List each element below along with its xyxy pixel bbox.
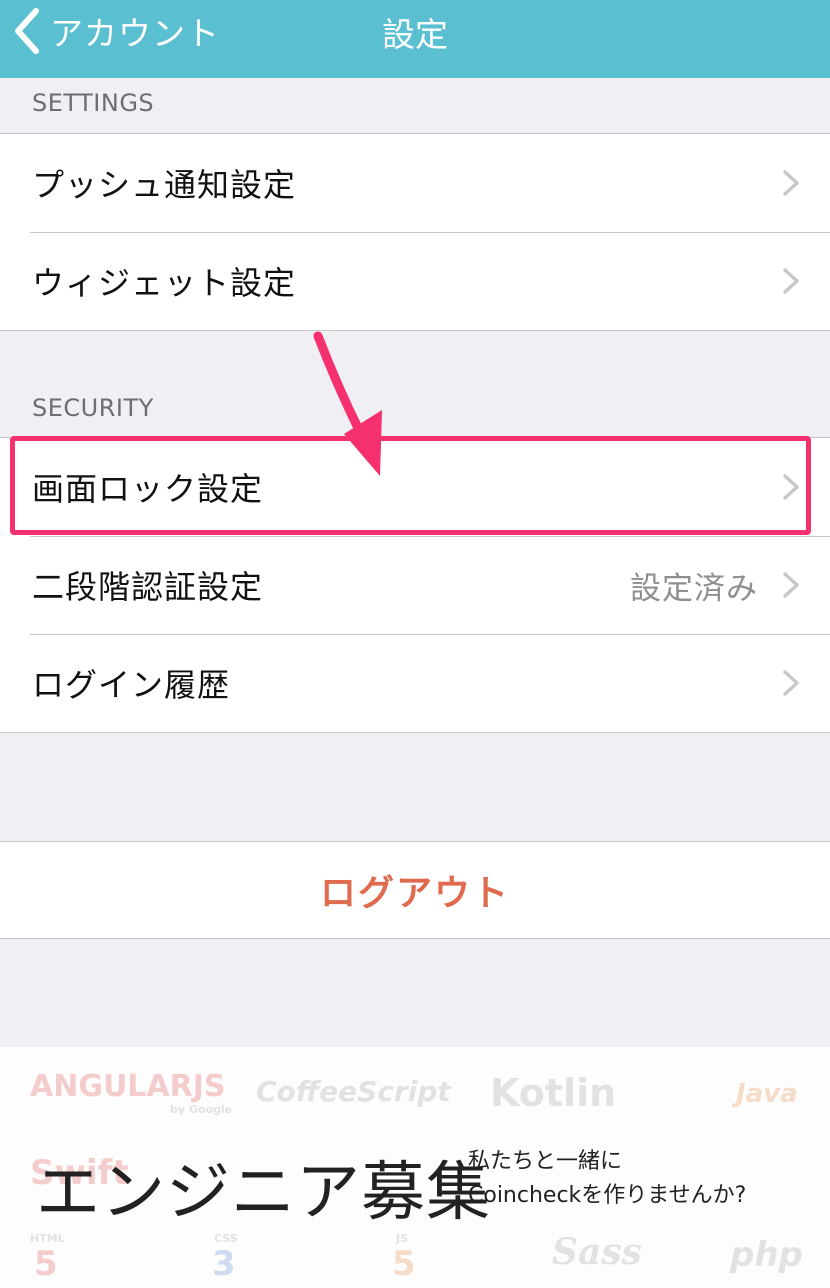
banner-subtitle-line: 私たちと一緒に (468, 1149, 623, 1174)
row-label: ログイン履歴 (32, 666, 231, 704)
chevron-right-icon (783, 572, 799, 598)
security-group: 画面ロック設定 二段階認証設定 設定済み ログイン履歴 (0, 437, 830, 733)
logout-button[interactable]: ログアウト (0, 841, 830, 939)
java-logo: Java (736, 1079, 798, 1109)
kotlin-logo: Kotlin (490, 1071, 617, 1115)
section-header-security: SECURITY (32, 394, 154, 422)
row-screen-lock-settings[interactable]: 画面ロック設定 (0, 438, 830, 536)
settings-group: プッシュ通知設定 ウィジェット設定 (0, 133, 830, 331)
css3-logo: 3 (212, 1244, 236, 1284)
section-header-settings: SETTINGS (32, 89, 155, 117)
angularjs-logo-byline: by Google (170, 1103, 233, 1116)
row-login-history[interactable]: ログイン履歴 (0, 634, 830, 732)
logout-label: ログアウト (319, 873, 510, 914)
chevron-right-icon (783, 474, 799, 500)
two-factor-status: 設定済み (630, 570, 758, 607)
banner-subtitle-line: Coincheckを作りませんか? (468, 1183, 747, 1208)
row-label: 画面ロック設定 (32, 470, 264, 508)
angularjs-logo: ANGULARJS (30, 1069, 226, 1104)
html5-logo: 5 (34, 1244, 58, 1284)
row-widget-settings[interactable]: ウィジェット設定 (0, 232, 830, 330)
chevron-right-icon (783, 670, 799, 696)
row-push-notification-settings[interactable]: プッシュ通知設定 (0, 134, 830, 232)
php-logo: php (730, 1235, 803, 1275)
row-label: 二段階認証設定 (32, 568, 264, 606)
row-label: ウィジェット設定 (32, 264, 297, 302)
chevron-right-icon (783, 268, 799, 294)
page-title: 設定 (382, 15, 448, 54)
banner-subtitle: 私たちと一緒に Coincheckを作りませんか? (468, 1145, 746, 1213)
recruit-banner[interactable]: ANGULARJS by Google CoffeeScript Kotlin … (0, 1047, 830, 1288)
banner-title: エンジニア募集 (36, 1156, 491, 1230)
chevron-right-icon (783, 170, 799, 196)
sass-logo: Sass (552, 1231, 642, 1273)
row-label: プッシュ通知設定 (32, 166, 297, 204)
navigation-bar: アカウント 設定 (0, 0, 830, 78)
js5-logo: 5 (392, 1244, 416, 1284)
coffeescript-logo: CoffeeScript (256, 1075, 451, 1108)
row-two-factor-auth-settings[interactable]: 二段階認証設定 設定済み (0, 536, 830, 634)
